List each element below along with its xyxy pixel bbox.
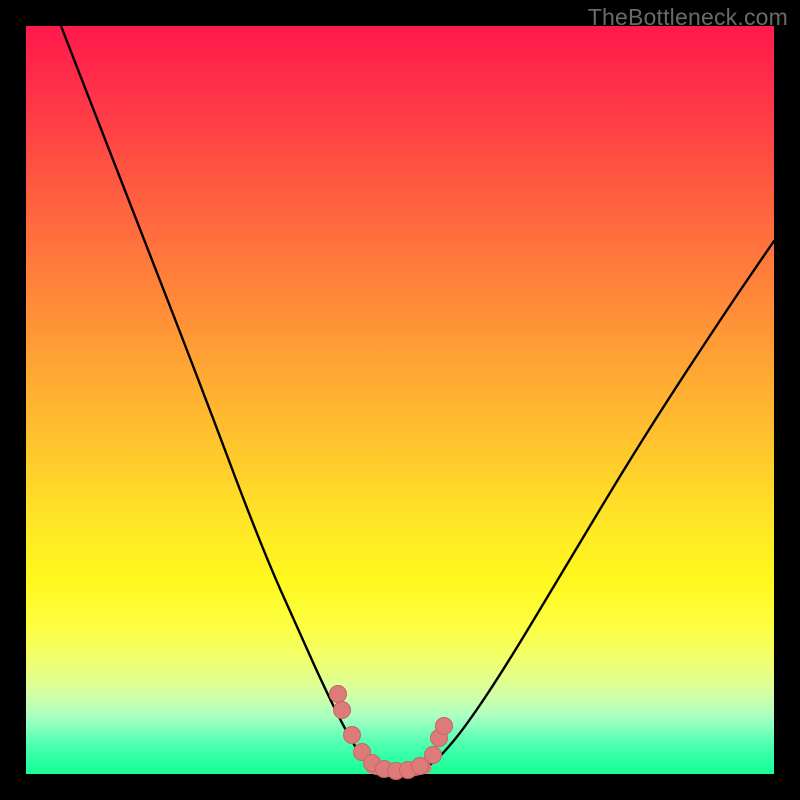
scatter-dot xyxy=(334,702,351,719)
scatter-dot xyxy=(344,727,361,744)
curve-layer xyxy=(26,26,774,774)
scatter-dots xyxy=(330,686,453,780)
scatter-dot xyxy=(425,747,442,764)
curve-left-branch xyxy=(61,26,371,768)
watermark-text: TheBottleneck.com xyxy=(588,4,788,31)
chart-frame: TheBottleneck.com xyxy=(0,0,800,800)
curve-right-branch xyxy=(426,241,774,768)
scatter-dot xyxy=(436,718,453,735)
scatter-dot xyxy=(330,686,347,703)
